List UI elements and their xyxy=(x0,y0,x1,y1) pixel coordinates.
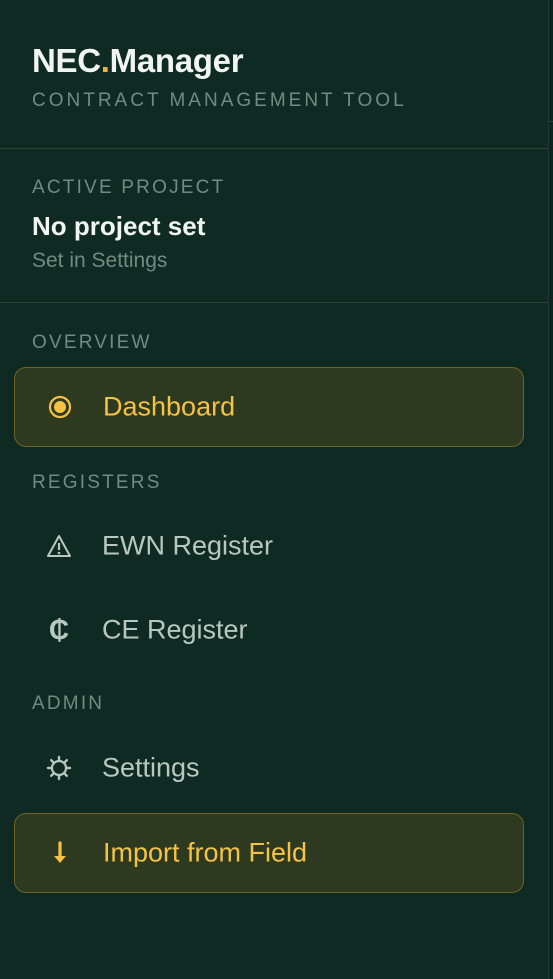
nav-item-label: CE Register xyxy=(102,614,248,645)
brand-name-part1: NEC xyxy=(32,42,101,79)
nav-item-settings[interactable]: Settings xyxy=(14,728,524,808)
section-label-overview: OVERVIEW xyxy=(32,332,152,353)
nav-item-label: Import from Field xyxy=(103,837,308,868)
section-label-registers: REGISTERS xyxy=(32,472,162,493)
nav-item-ce-register[interactable]: ₵ CE Register xyxy=(14,590,524,670)
nav-item-label: Dashboard xyxy=(103,391,236,422)
active-project-hint: Set in Settings xyxy=(32,249,168,272)
header-edge xyxy=(549,0,553,122)
nav-item-label: Settings xyxy=(102,752,200,783)
download-arrow-icon xyxy=(45,838,75,868)
section-label-admin: ADMIN xyxy=(32,693,105,714)
main-panel-edge xyxy=(548,0,553,979)
sidebar: NEC.Manager CONTRACT MANAGEMENT TOOL ACT… xyxy=(0,0,548,979)
cedi-icon: ₵ xyxy=(48,614,70,645)
target-icon xyxy=(45,392,75,422)
divider xyxy=(0,302,548,303)
brand-name-part2: Manager xyxy=(109,42,244,79)
app-tagline: CONTRACT MANAGEMENT TOOL xyxy=(32,90,407,111)
app-logo[interactable]: NEC.Manager xyxy=(32,42,244,80)
nav-item-import-from-field[interactable]: Import from Field xyxy=(14,813,524,893)
nav-item-dashboard[interactable]: Dashboard xyxy=(14,367,524,447)
nav-item-ewn-register[interactable]: EWN Register xyxy=(14,506,524,586)
brand-dot: . xyxy=(100,42,110,79)
warning-icon xyxy=(44,531,74,561)
active-project-name: No project set xyxy=(32,211,206,241)
active-project-label: ACTIVE PROJECT xyxy=(32,177,226,198)
divider xyxy=(0,148,548,149)
nav-item-label: EWN Register xyxy=(102,530,274,561)
gear-icon xyxy=(44,753,74,783)
